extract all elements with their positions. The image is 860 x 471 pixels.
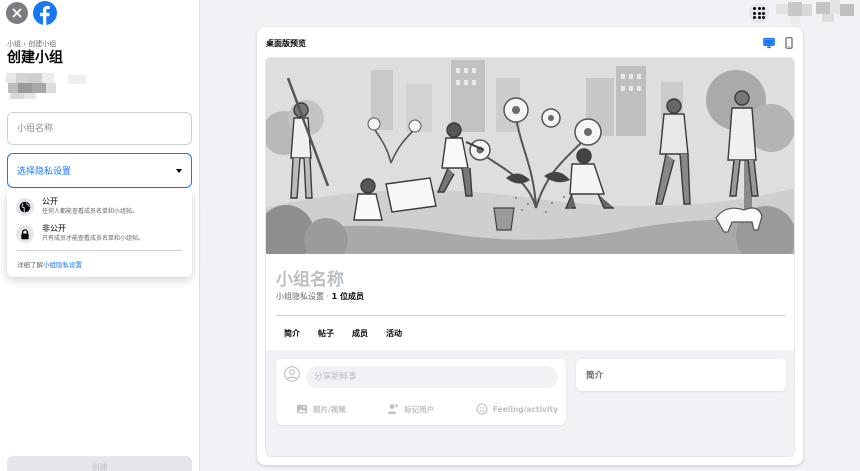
preview-label: 桌面版预览 <box>266 39 306 48</box>
tab-posts[interactable]: 帖子 <box>318 328 334 339</box>
page-title: 创建小组 <box>7 50 63 66</box>
tag-people-icon <box>388 404 399 414</box>
privacy-option-title: 非公开 <box>42 224 66 233</box>
facebook-logo-icon[interactable] <box>33 1 57 25</box>
profile-avatar[interactable] <box>776 0 860 26</box>
close-button[interactable] <box>6 2 28 24</box>
dropdown-divider <box>17 250 182 251</box>
group-preview: 小组名称 小组隐私设置 · 1 位成员 简介 帖子 成员 活动 分享新鲜事 照片… <box>265 57 795 457</box>
about-card-title: 简介 <box>586 371 604 381</box>
privacy-select[interactable]: 选择隐私设置 <box>7 153 192 188</box>
preview-divider <box>276 315 786 316</box>
photo-icon <box>297 404 307 414</box>
member-count: 1 位成员 <box>331 292 364 301</box>
tab-about[interactable]: 简介 <box>284 328 300 339</box>
create-group-sidebar: 小组 › 创建小组 创建小组 选择隐私设置 公开 任何人都能 <box>0 0 200 471</box>
avatar <box>6 73 86 99</box>
cover-illustration <box>266 58 794 254</box>
privacy-option-description: 只有成员才能查看成员名单和小组帖。 <box>42 235 145 242</box>
user-avatar-icon <box>284 366 300 382</box>
tab-members[interactable]: 成员 <box>352 328 368 339</box>
feeling-activity-button[interactable]: Feeling/activity <box>476 403 558 415</box>
about-card: 简介 <box>576 359 786 391</box>
privacy-option-public[interactable]: 公开 任何人都能查看成员名单和小组帖。 <box>16 196 186 222</box>
caret-down-icon <box>176 168 182 173</box>
learn-more-text: 详细了解小组隐私设置 <box>17 261 82 269</box>
composer-input[interactable]: 分享新鲜事 <box>306 366 558 388</box>
privacy-option-description: 任何人都能查看成员名单和小组帖。 <box>42 208 139 215</box>
photo-video-button[interactable]: 照片/视频 <box>296 403 346 415</box>
post-composer: 分享新鲜事 照片/视频 标记用户 Feeling/activity <box>276 359 566 425</box>
privacy-settings-link[interactable]: 小组隐私设置 <box>43 261 82 269</box>
privacy-dropdown-menu: 公开 任何人都能查看成员名单和小组帖。 非公开 只有成员才能查看成员名单和小组帖… <box>7 189 192 277</box>
app-menu-button[interactable] <box>749 3 769 23</box>
privacy-select-label: 选择隐私设置 <box>17 167 72 177</box>
privacy-option-title: 公开 <box>42 197 58 206</box>
tab-events[interactable]: 活动 <box>386 328 402 339</box>
desktop-preview-panel: 桌面版预览 小组名称 小组隐私设置 · 1 位成员 简介 帖子 成员 活动 分享… <box>257 27 803 465</box>
feeling-icon <box>476 403 488 415</box>
group-name-input[interactable] <box>7 112 192 145</box>
preview-tabs: 简介 帖子 成员 活动 <box>284 328 402 339</box>
mobile-view-icon[interactable] <box>784 37 794 49</box>
create-button[interactable]: 创建 <box>7 456 192 471</box>
close-icon <box>12 8 22 18</box>
tag-people-button[interactable]: 标记用户 <box>387 403 434 415</box>
globe-icon <box>19 201 31 213</box>
privacy-option-private[interactable]: 非公开 只有成员才能查看成员名单和小组帖。 <box>16 223 186 249</box>
composer-actions: 照片/视频 标记用户 Feeling/activity <box>296 403 558 415</box>
lock-icon <box>21 228 29 239</box>
preview-group-name: 小组名称 <box>276 270 344 290</box>
preview-group-meta: 小组隐私设置 · 1 位成员 <box>276 292 364 301</box>
desktop-view-icon[interactable] <box>763 37 775 49</box>
